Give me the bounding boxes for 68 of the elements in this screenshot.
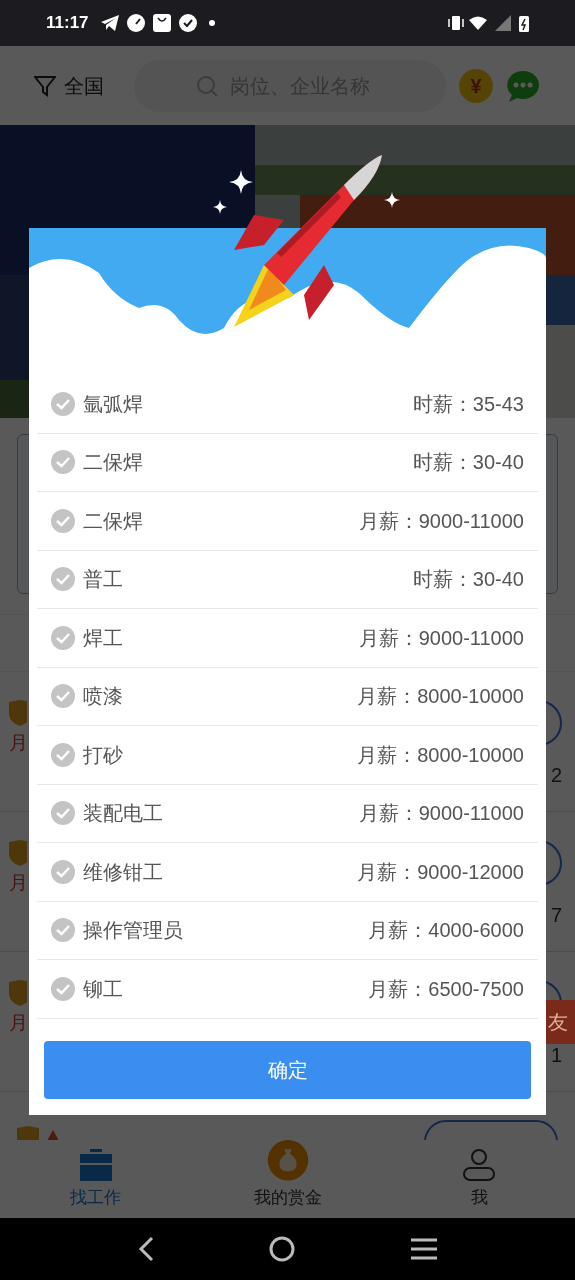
- person-icon: [463, 1148, 496, 1181]
- search-icon: [196, 74, 218, 97]
- date-text: 1: [550, 1043, 562, 1068]
- check-circle-icon: [51, 450, 75, 475]
- job-title: 氩弧焊: [83, 391, 143, 417]
- pay-text: 月薪：9000-12000: [357, 859, 524, 885]
- status-time: 11:17: [46, 12, 89, 35]
- date-text: 2: [550, 763, 562, 788]
- job-title: 装配电工: [83, 801, 163, 827]
- check-circle-icon: [51, 684, 75, 709]
- back-icon[interactable]: [137, 1236, 154, 1262]
- job-title: 二保焊: [83, 508, 143, 534]
- job-title: 操作管理员: [83, 918, 183, 944]
- sparkle-icon: [229, 170, 253, 194]
- nav-tab[interactable]: 我: [383, 1140, 575, 1218]
- pay-text: 月薪：8000-10000: [357, 742, 524, 768]
- pay-text: 月薪：8000-10000: [357, 684, 524, 710]
- wifi-icon: [469, 16, 487, 30]
- check-circle-icon: [51, 859, 75, 884]
- job-title: 喷漆: [83, 684, 123, 710]
- dot-icon: [208, 20, 215, 26]
- check-circle-icon: [51, 801, 75, 826]
- check-circle-icon: [51, 567, 75, 592]
- battery-charging-icon: [519, 14, 529, 32]
- job-title: 铆工: [83, 976, 123, 1002]
- pay-text: 时薪：30-40: [412, 567, 524, 593]
- check-circle-icon: [51, 742, 75, 767]
- pay-text: 月薪：9000-11000: [358, 508, 524, 534]
- shield-icon: [9, 700, 27, 726]
- check-circle-icon: [178, 14, 197, 32]
- pay-text: 时薪：30-40: [412, 450, 524, 476]
- filter-icon[interactable]: [34, 74, 56, 97]
- money-bag-icon: [265, 1140, 310, 1181]
- check-circle-icon: [51, 625, 75, 650]
- gauge-icon: [126, 14, 145, 32]
- shopping-bag-icon: [152, 14, 171, 32]
- check-circle-icon: [51, 508, 75, 533]
- check-circle-icon: [51, 918, 75, 943]
- nav-tab[interactable]: 找工作: [0, 1140, 192, 1218]
- pay-text: 月薪：9000-11000: [358, 625, 524, 651]
- sparkle-icon: [384, 192, 400, 208]
- nav-tab[interactable]: 我的赏金: [191, 1140, 384, 1218]
- sparkle-icon: [213, 200, 227, 214]
- shield-icon: [9, 980, 27, 1006]
- signal-icon: [495, 15, 511, 31]
- check-circle-icon: [51, 976, 75, 1001]
- menu-icon[interactable]: [411, 1238, 438, 1260]
- salary-text: 月: [9, 1012, 28, 1034]
- briefcase-icon: [79, 1148, 112, 1181]
- home-icon[interactable]: [269, 1236, 296, 1262]
- location-label[interactable]: 全国: [64, 70, 104, 101]
- job-title: 焊工: [83, 625, 123, 651]
- salary-text: 月: [9, 872, 28, 894]
- check-circle-icon: [51, 391, 75, 416]
- shield-icon: [9, 840, 27, 866]
- coin-button[interactable]: ¥: [459, 68, 493, 103]
- date-text: 7: [550, 903, 562, 928]
- pay-text: 月薪：6500-7500: [368, 976, 524, 1002]
- pay-text: 时薪：35-43: [412, 391, 524, 417]
- job-title: 打砂: [83, 742, 123, 768]
- confirm-button[interactable]: 确定: [44, 1040, 531, 1099]
- job-title: 普工: [83, 567, 123, 593]
- pay-text: 月薪：4000-6000: [368, 918, 524, 944]
- vibrate-icon: [447, 15, 465, 31]
- job-title: 二保焊: [83, 450, 143, 476]
- salary-text: 月: [9, 732, 28, 754]
- pay-text: 月薪：9000-11000: [358, 801, 524, 827]
- job-title: 维修钳工: [83, 859, 163, 885]
